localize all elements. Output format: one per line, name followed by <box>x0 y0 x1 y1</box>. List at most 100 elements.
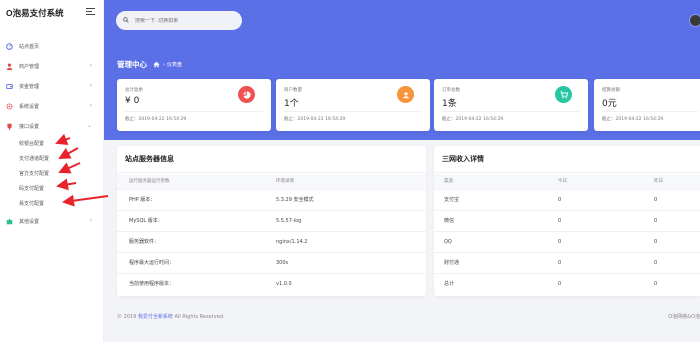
table-cell: 0 <box>654 188 700 210</box>
footer-brand-link[interactable]: 我爱付全新系统 <box>138 314 173 320</box>
chevron-right-icon: › <box>89 62 92 69</box>
panel-title: 三网收入详情 <box>442 155 484 163</box>
card-divider <box>284 111 422 112</box>
table-cell: 微信 <box>434 209 558 231</box>
chevron-down-icon: ⌄ <box>86 122 92 129</box>
sidebar-item-interface[interactable]: 接口设置 ⌄ <box>0 116 103 136</box>
subitem-cashier-config[interactable]: 收银台配置 <box>0 136 103 151</box>
sidebar-item-merchants[interactable]: 商户管理 › <box>0 56 103 76</box>
card-value: 1个 <box>284 99 299 109</box>
breadcrumb-separator: › <box>163 61 165 68</box>
user-circle-icon <box>397 86 414 103</box>
menu-toggle-icon[interactable] <box>86 8 95 16</box>
sidebar-item-label: 其他设置 <box>19 218 40 225</box>
income-panel: 三网收入详情 渠道 今日 昨日 支付宝 0 0 微信 0 0 QQ 0 0 财付… <box>434 146 700 296</box>
stat-card-order-count: 订单总数 1条 截止：2019-04-22 16:54:29 <box>434 79 588 131</box>
card-label: 总计盈余 <box>125 88 143 93</box>
card-timestamp: 截止：2019-04-22 16:54:29 <box>442 117 504 122</box>
table-row: 当前使用程序版本： v1.0.0 <box>117 272 426 294</box>
table-cell: 0 <box>654 251 700 273</box>
sidebar-item-label: 系统设置 <box>19 103 40 110</box>
subitem-channel-config[interactable]: 支付通道配置 <box>0 151 103 166</box>
chevron-right-icon: › <box>89 217 92 224</box>
stat-card-merchant-count: 商户数量 1个 截止：2019-04-22 16:54:29 <box>276 79 430 131</box>
table-cell: MySQL 版本： <box>117 209 276 231</box>
home-icon[interactable] <box>153 61 160 68</box>
sidebar-item-label: 接口设置 <box>19 123 40 130</box>
panel-divider <box>434 172 700 173</box>
table-cell: 5.5.57-log <box>276 209 426 231</box>
card-label: 结算总额 <box>602 88 620 93</box>
chart-pie-icon <box>238 86 255 103</box>
table-cell: 5.3.29 安全模式 <box>276 188 426 210</box>
card-timestamp: 截止：2019-04-22 16:54:29 <box>284 117 346 122</box>
logo-row: O泡易支付系统 <box>0 0 103 26</box>
table-cell: 300s <box>276 251 426 273</box>
panel-title: 站点服务器信息 <box>125 155 174 163</box>
footer-copyright: © 2019 <box>117 314 137 320</box>
table-cell: 0 <box>654 230 700 252</box>
page-title: 管理中心 <box>117 60 147 69</box>
table-row: QQ 0 0 <box>434 230 700 252</box>
card-value: ¥ 0 <box>125 96 140 106</box>
table-cell: QQ <box>434 230 558 252</box>
table-cell: 财付通 <box>434 251 558 273</box>
table-cell: 总计 <box>434 272 558 294</box>
column-header: 运行服务器运行参数 <box>117 174 276 189</box>
footer: © 2019 我爱付全新系统 All Rights Reserved. <box>117 313 225 320</box>
column-header: 渠道 <box>434 174 558 189</box>
sidebar-item-label: 资金管理 <box>19 83 40 90</box>
topbar <box>104 0 700 40</box>
table-cell: 程序最大运行时间： <box>117 251 276 273</box>
card-label: 订单总数 <box>442 88 460 93</box>
table-cell: 0 <box>654 272 700 294</box>
table-cell: nginx/1.14.2 <box>276 230 426 252</box>
dashboard-icon <box>5 42 13 50</box>
subitem-official-pay-config[interactable]: 官方支付配置 <box>0 166 103 181</box>
card-divider <box>602 111 698 112</box>
card-divider <box>442 111 580 112</box>
table-row: 服务器软件： nginx/1.14.2 <box>117 230 426 252</box>
avatar[interactable] <box>689 14 700 27</box>
sidebar-item-funds[interactable]: 资金管理 › <box>0 76 103 96</box>
cart-icon <box>555 86 572 103</box>
table-cell: 支付宝 <box>434 188 558 210</box>
sidebar-item-label: 商户管理 <box>19 63 40 70</box>
breadcrumb-current: 仪表盘 <box>167 62 183 68</box>
column-header: 环境详情 <box>276 174 426 189</box>
table-row: PHP 版本： 5.3.29 安全模式 <box>117 188 426 210</box>
chevron-right-icon: › <box>89 102 92 109</box>
search-input[interactable] <box>135 17 235 24</box>
table-row: MySQL 版本： 5.5.57-log <box>117 209 426 231</box>
table-cell: 0 <box>558 188 654 210</box>
stat-card-settlement-total: 结算总额 0元 截止：2019-04-22 16:54:29 <box>594 79 700 131</box>
puzzle-icon <box>5 217 13 225</box>
table-row: 财付通 0 0 <box>434 251 700 273</box>
sidebar-item-other[interactable]: 其他设置 › <box>0 211 103 231</box>
subitem-code-pay-config[interactable]: 码支付配置 <box>0 181 103 196</box>
subitem-easy-pay-config[interactable]: 易支付配置 <box>0 196 103 211</box>
table-cell: 当前使用程序版本： <box>117 272 276 294</box>
card-timestamp: 截止：2019-04-22 16:54:29 <box>125 117 187 122</box>
search-box[interactable] <box>116 11 242 30</box>
income-table: 渠道 今日 昨日 支付宝 0 0 微信 0 0 QQ 0 0 财付通 0 0 总… <box>434 174 700 294</box>
column-header: 今日 <box>558 174 654 189</box>
app-logo[interactable]: O泡易支付系统 <box>6 7 64 19</box>
card-label: 商户数量 <box>284 88 302 93</box>
breadcrumb: 管理中心 › 仪表盘 <box>117 59 182 70</box>
column-header: 昨日 <box>654 174 700 189</box>
table-row: 总计 0 0 <box>434 272 700 294</box>
sidebar: O泡易支付系统 站点首页 商户管理 › 资金管理 › 系统设置 › 接口设置 ⌄… <box>0 0 104 342</box>
settings-icon <box>5 102 13 110</box>
plug-icon <box>5 122 13 130</box>
sidebar-item-home[interactable]: 站点首页 <box>0 36 103 56</box>
sidebar-nav: 站点首页 商户管理 › 资金管理 › 系统设置 › 接口设置 ⌄ 收银台配置 支… <box>0 36 103 231</box>
server-info-table: 运行服务器运行参数 环境详情 PHP 版本： 5.3.29 安全模式 MySQL… <box>117 174 426 294</box>
panel-divider <box>117 172 426 173</box>
wallet-icon <box>5 82 13 90</box>
sidebar-item-system[interactable]: 系统设置 › <box>0 96 103 116</box>
table-header-row: 渠道 今日 昨日 <box>434 174 700 189</box>
sidebar-item-label: 站点首页 <box>19 43 40 50</box>
footer-rights: All Rights Reserved. <box>174 314 225 320</box>
table-cell: 0 <box>558 209 654 231</box>
